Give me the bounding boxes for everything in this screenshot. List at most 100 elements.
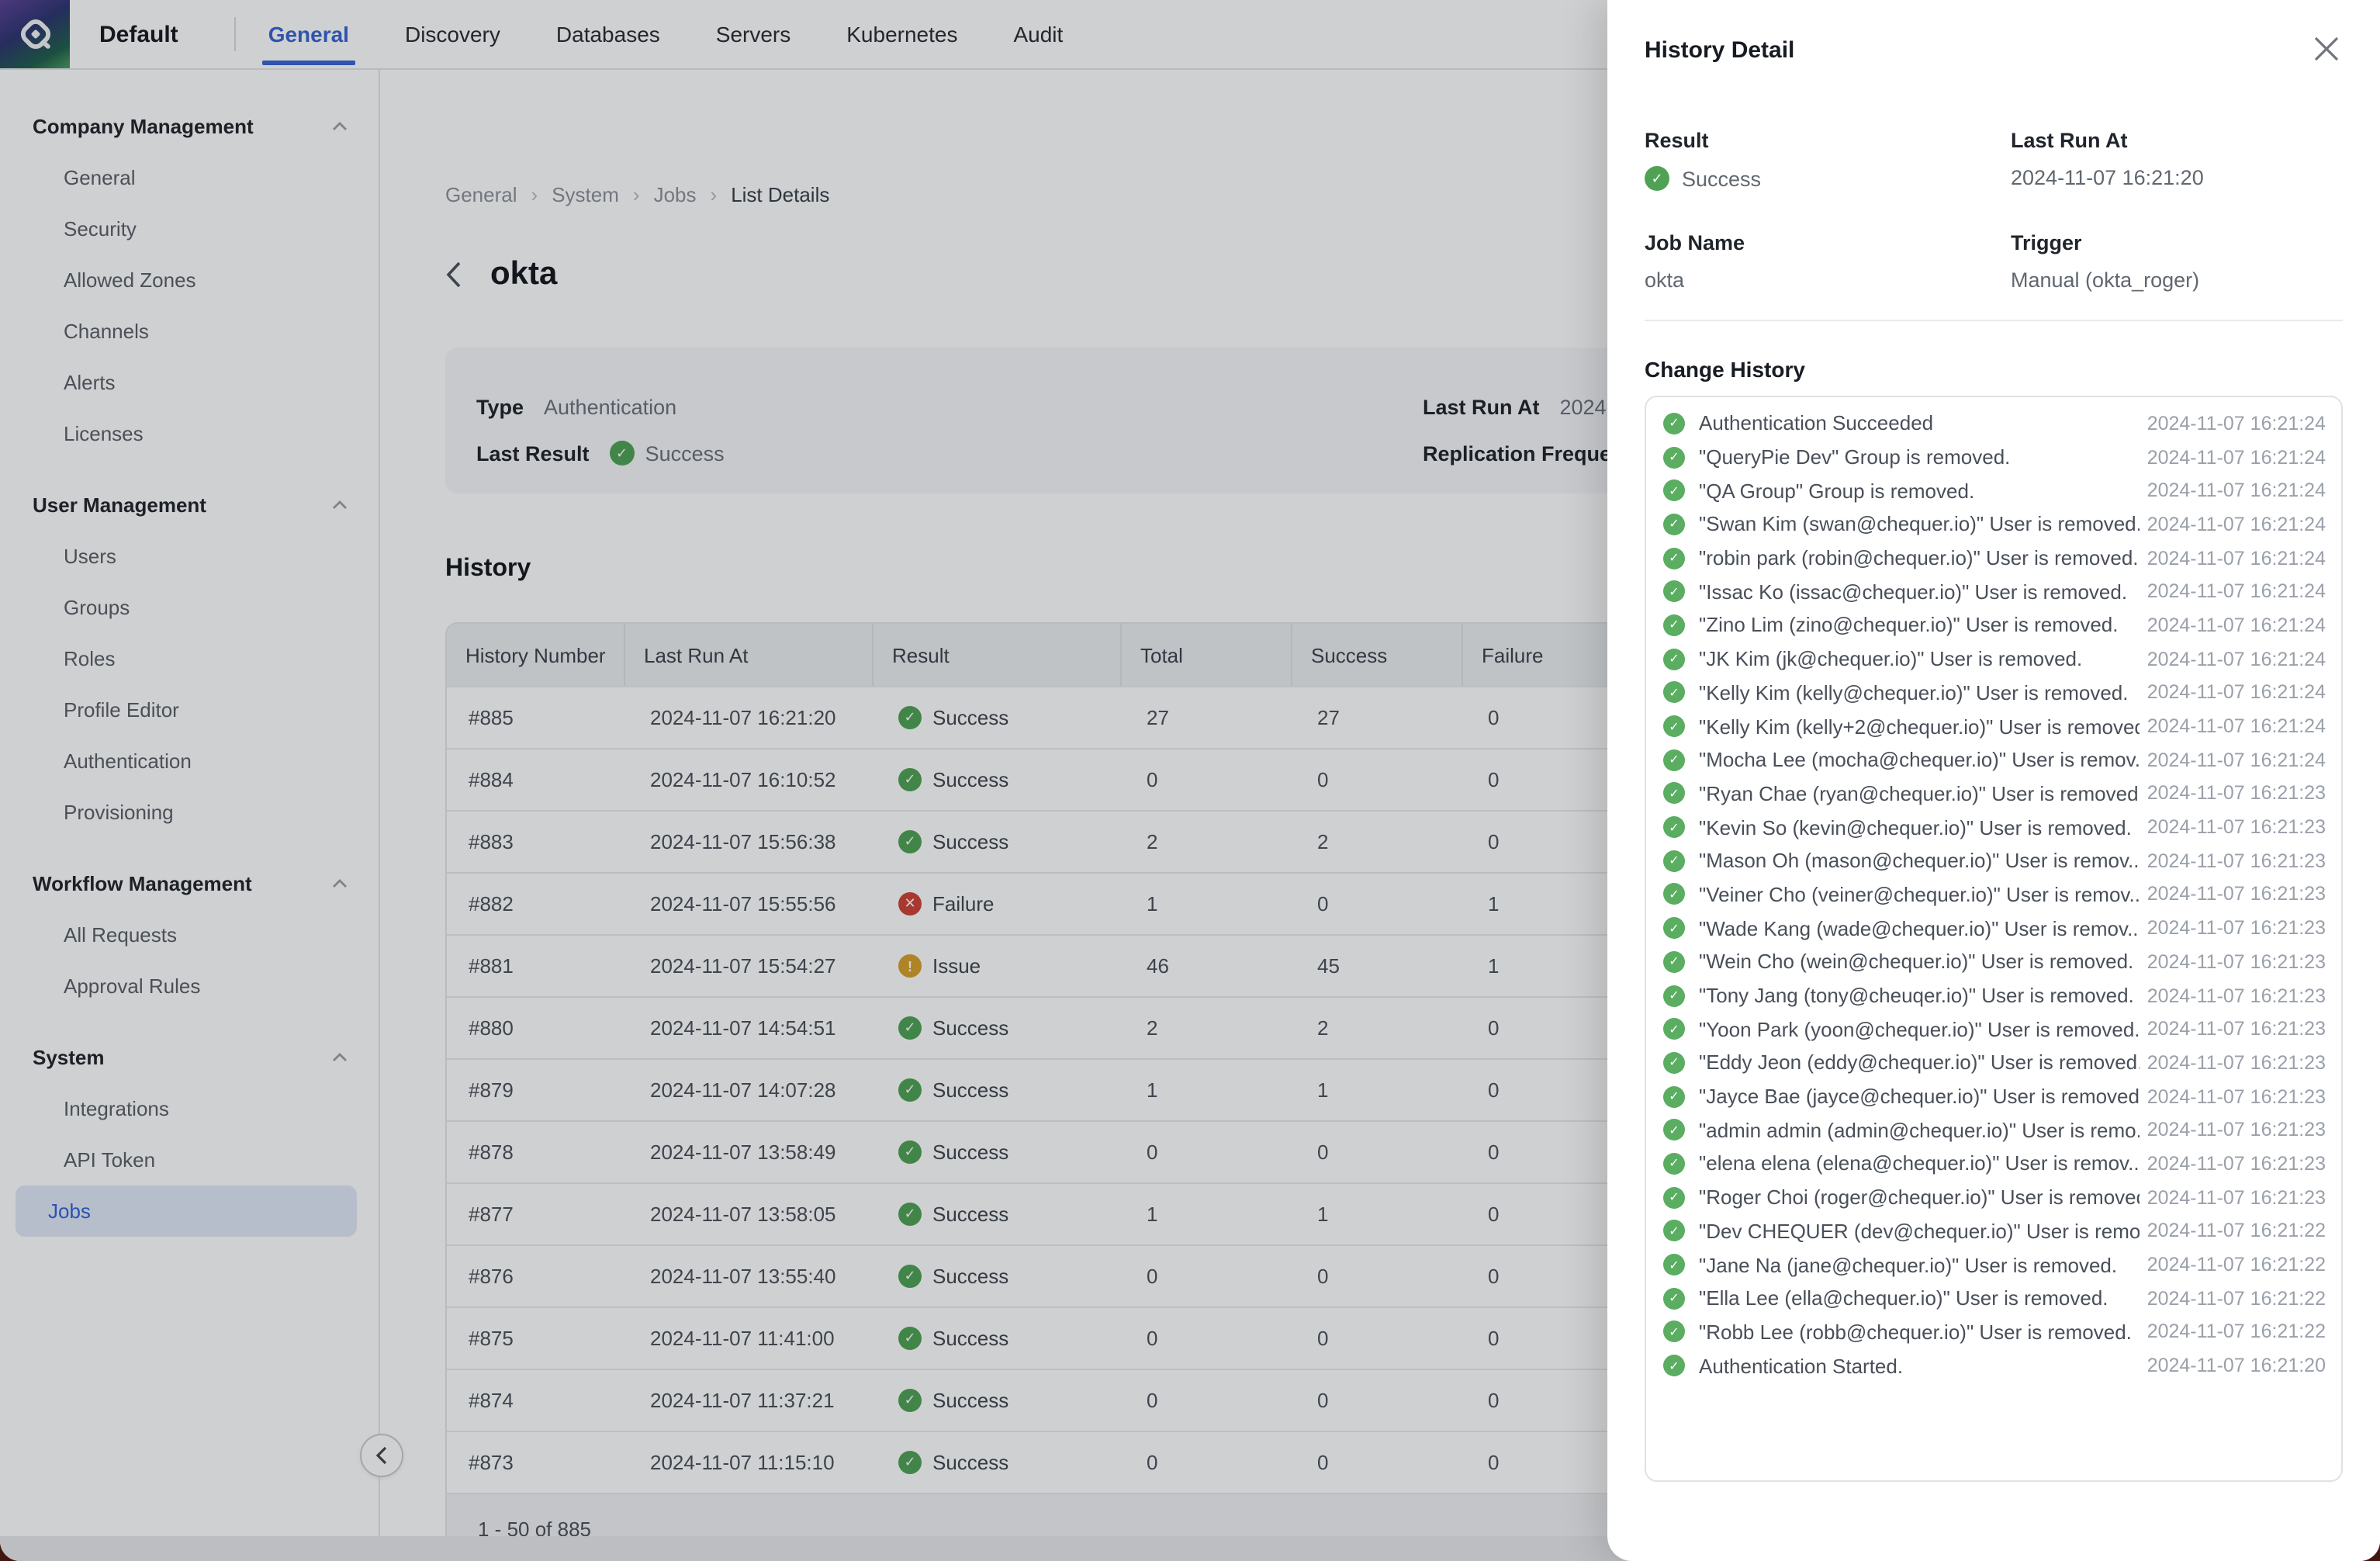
change-history-item: ✓ "Kelly Kim (kelly+2@chequer.io)" User i… bbox=[1663, 709, 2326, 742]
change-history-text: "QA Group" Group is removed. bbox=[1699, 479, 2140, 502]
check-circle-icon: ✓ bbox=[1663, 951, 1685, 973]
change-history-timestamp: 2024-11-07 16:21:23 bbox=[2140, 1018, 2326, 1040]
change-history-timestamp: 2024-11-07 16:21:23 bbox=[2140, 816, 2326, 838]
change-history-item: ✓ "QueryPie Dev" Group is removed.2024-11… bbox=[1663, 440, 2326, 473]
change-history-text: "Jayce Bae (jayce@chequer.io)" User is r… bbox=[1699, 1085, 2140, 1108]
close-button[interactable] bbox=[2309, 31, 2343, 65]
change-history-text: "Mason Oh (mason@chequer.io)" User is re… bbox=[1699, 850, 2140, 873]
check-circle-icon: ✓ bbox=[1663, 1120, 1685, 1141]
check-circle-icon: ✓ bbox=[1663, 850, 1685, 872]
field-label: Last Run At bbox=[2011, 129, 2343, 152]
change-history-item: ✓ "admin admin (admin@chequer.io)" User i… bbox=[1663, 1113, 2326, 1147]
field-value: okta bbox=[1645, 268, 2011, 292]
change-history-text: "Kelly Kim (kelly@chequer.io)" User is r… bbox=[1699, 681, 2140, 704]
change-history-text: "JK Kim (jk@chequer.io)" User is removed… bbox=[1699, 647, 2140, 670]
change-history-timestamp: 2024-11-07 16:21:22 bbox=[2140, 1321, 2326, 1343]
change-history-text: "Kelly Kim (kelly+2@chequer.io)" User is… bbox=[1699, 715, 2140, 738]
field-label: Result bbox=[1645, 129, 2011, 152]
change-history-item: ✓ "Zino Lim (zino@chequer.io)" User is re… bbox=[1663, 608, 2326, 642]
change-history-text: "Robb Lee (robb@chequer.io)" User is rem… bbox=[1699, 1320, 2140, 1344]
change-history-text: "Veiner Cho (veiner@chequer.io)" User is… bbox=[1699, 883, 2140, 906]
change-history-timestamp: 2024-11-07 16:21:23 bbox=[2140, 1120, 2326, 1141]
change-history-timestamp: 2024-11-07 16:21:24 bbox=[2140, 749, 2326, 770]
change-history-item: ✓ "Issac Ko (issac@chequer.io)" User is r… bbox=[1663, 575, 2326, 608]
change-history-item: ✓"Roger Choi (roger@chequer.io)" User is… bbox=[1663, 1181, 2326, 1214]
change-history-timestamp: 2024-11-07 16:21:23 bbox=[2140, 1153, 2326, 1175]
change-history-text: "Yoon Park (yoon@chequer.io)" User is re… bbox=[1699, 1017, 2140, 1040]
change-history-timestamp: 2024-11-07 16:21:24 bbox=[2140, 715, 2326, 737]
change-history-text: "Swan Kim (swan@chequer.io)" User is rem… bbox=[1699, 513, 2140, 536]
change-history-item: ✓"QA Group" Group is removed.2024-11-07 … bbox=[1663, 474, 2326, 507]
change-history-text: "robin park (robin@chequer.io)" User is … bbox=[1699, 546, 2140, 569]
field-label: Job Name bbox=[1645, 231, 2011, 254]
change-history-item: ✓ "Robb Lee (robb@chequer.io)" User is re… bbox=[1663, 1315, 2326, 1348]
change-history-item: ✓Authentication Succeeded2024-11-07 16:2… bbox=[1663, 407, 2326, 440]
check-circle-icon: ✓ bbox=[1663, 446, 1685, 468]
change-history-text: "admin admin (admin@chequer.io)" User is… bbox=[1699, 1119, 2140, 1142]
change-history-item: ✓ "Mason Oh (mason@chequer.io)" User is r… bbox=[1663, 844, 2326, 877]
check-circle-icon: ✓ bbox=[1663, 581, 1685, 603]
change-history-timestamp: 2024-11-07 16:21:23 bbox=[2140, 917, 2326, 939]
check-circle-icon: ✓ bbox=[1663, 1220, 1685, 1242]
change-history-text: "QueryPie Dev" Group is removed. bbox=[1699, 445, 2140, 469]
field-value-text: Manual (okta_roger) bbox=[2011, 268, 2199, 292]
change-history-item: ✓ "robin park (robin@chequer.io)" User is… bbox=[1663, 542, 2326, 575]
check-circle-icon: ✓ bbox=[1663, 1287, 1685, 1309]
check-circle-icon: ✓ bbox=[1663, 547, 1685, 569]
change-history-timestamp: 2024-11-07 16:21:24 bbox=[2140, 446, 2326, 468]
check-circle-icon: ✓ bbox=[1663, 749, 1685, 770]
change-history-text: "Jane Na (jane@chequer.io)" User is remo… bbox=[1699, 1253, 2140, 1276]
field-value: 2024-11-07 16:21:20 bbox=[2011, 166, 2343, 189]
change-history-text: "Tony Jang (tony@cheuqer.io)" User is re… bbox=[1699, 984, 2140, 1007]
change-history-timestamp: 2024-11-07 16:21:20 bbox=[2140, 1355, 2326, 1376]
change-history-text: "Dev CHEQUER (dev@chequer.io)" User is r… bbox=[1699, 1220, 2140, 1243]
check-circle-icon: ✓ bbox=[1663, 985, 1685, 1006]
change-history-item: ✓Authentication Started.2024-11-07 16:21… bbox=[1663, 1349, 2326, 1383]
field-result: Result ✓Success bbox=[1645, 129, 2011, 191]
check-circle-icon: ✓ bbox=[1663, 1153, 1685, 1175]
drawer-fields: Result ✓SuccessLast Run At 2024-11-07 16:2… bbox=[1645, 129, 2343, 292]
field-value: ✓Success bbox=[1645, 166, 2011, 191]
change-history-item: ✓"Eddy Jeon (eddy@chequer.io)" User is r… bbox=[1663, 1046, 2326, 1079]
change-history-item: ✓"Kevin So (kevin@chequer.io)" User is r… bbox=[1663, 811, 2326, 844]
check-circle-icon: ✓ bbox=[1663, 1085, 1685, 1107]
change-history-text: "Issac Ko (issac@chequer.io)" User is re… bbox=[1699, 580, 2140, 604]
field-value-text: okta bbox=[1645, 268, 1684, 292]
change-history-item: ✓"Ryan Chae (ryan@chequer.io)" User is r… bbox=[1663, 777, 2326, 810]
check-circle-icon: ✓ bbox=[1663, 1018, 1685, 1040]
check-circle-icon: ✓ bbox=[1663, 715, 1685, 737]
check-circle-icon: ✓ bbox=[1663, 682, 1685, 704]
change-history-item: ✓ "Dev CHEQUER (dev@chequer.io)" User is … bbox=[1663, 1214, 2326, 1248]
change-history-item: ✓"Wein Cho (wein@chequer.io)" User is re… bbox=[1663, 945, 2326, 978]
change-history-item: ✓ "Ella Lee (ella@chequer.io)" User is re… bbox=[1663, 1282, 2326, 1315]
change-history-item: ✓"JK Kim (jk@chequer.io)" User is remove… bbox=[1663, 642, 2326, 676]
change-history-timestamp: 2024-11-07 16:21:24 bbox=[2140, 614, 2326, 636]
field-job-name: Job Name okta bbox=[1645, 231, 2011, 292]
change-history-timestamp: 2024-11-07 16:21:23 bbox=[2140, 1085, 2326, 1107]
change-history-text: "Ella Lee (ella@chequer.io)" User is rem… bbox=[1699, 1286, 2140, 1310]
field-value-text: Success bbox=[1682, 167, 1761, 190]
change-history-item: ✓ "elena elena (elena@chequer.io)" User i… bbox=[1663, 1147, 2326, 1180]
field-last-run-at: Last Run At 2024-11-07 16:21:20 bbox=[2011, 129, 2343, 191]
check-circle-icon: ✓ bbox=[1663, 1254, 1685, 1275]
change-history-timestamp: 2024-11-07 16:21:23 bbox=[2140, 985, 2326, 1006]
change-history-item: ✓ "Yoon Park (yoon@chequer.io)" User is r… bbox=[1663, 1012, 2326, 1046]
change-history-timestamp: 2024-11-07 16:21:24 bbox=[2140, 581, 2326, 603]
field-value: Manual (okta_roger) bbox=[2011, 268, 2343, 292]
change-history-text: "Zino Lim (zino@chequer.io)" User is rem… bbox=[1699, 614, 2140, 637]
change-history-item: ✓"Swan Kim (swan@chequer.io)" User is re… bbox=[1663, 507, 2326, 541]
change-history-timestamp: 2024-11-07 16:21:24 bbox=[2140, 547, 2326, 569]
change-history-timestamp: 2024-11-07 16:21:24 bbox=[2140, 648, 2326, 670]
change-history-item: ✓ "Jayce Bae (jayce@chequer.io)" User is … bbox=[1663, 1080, 2326, 1113]
change-history-timestamp: 2024-11-07 16:21:23 bbox=[2140, 1052, 2326, 1074]
change-history-list: ✓Authentication Succeeded2024-11-07 16:2… bbox=[1645, 396, 2343, 1482]
change-history-text: "elena elena (elena@chequer.io)" User is… bbox=[1699, 1152, 2140, 1175]
check-circle-icon: ✓ bbox=[1663, 816, 1685, 838]
screen: Default GeneralDiscoveryDatabasesServers… bbox=[0, 0, 2380, 1561]
check-circle-icon: ✓ bbox=[1663, 614, 1685, 636]
change-history-text: "Wade Kang (wade@chequer.io)" User is re… bbox=[1699, 916, 2140, 940]
check-circle-icon: ✓ bbox=[1663, 479, 1685, 501]
check-circle-icon: ✓ bbox=[1663, 1321, 1685, 1343]
change-history-timestamp: 2024-11-07 16:21:23 bbox=[2140, 850, 2326, 872]
field-value-text: 2024-11-07 16:21:20 bbox=[2011, 166, 2204, 189]
